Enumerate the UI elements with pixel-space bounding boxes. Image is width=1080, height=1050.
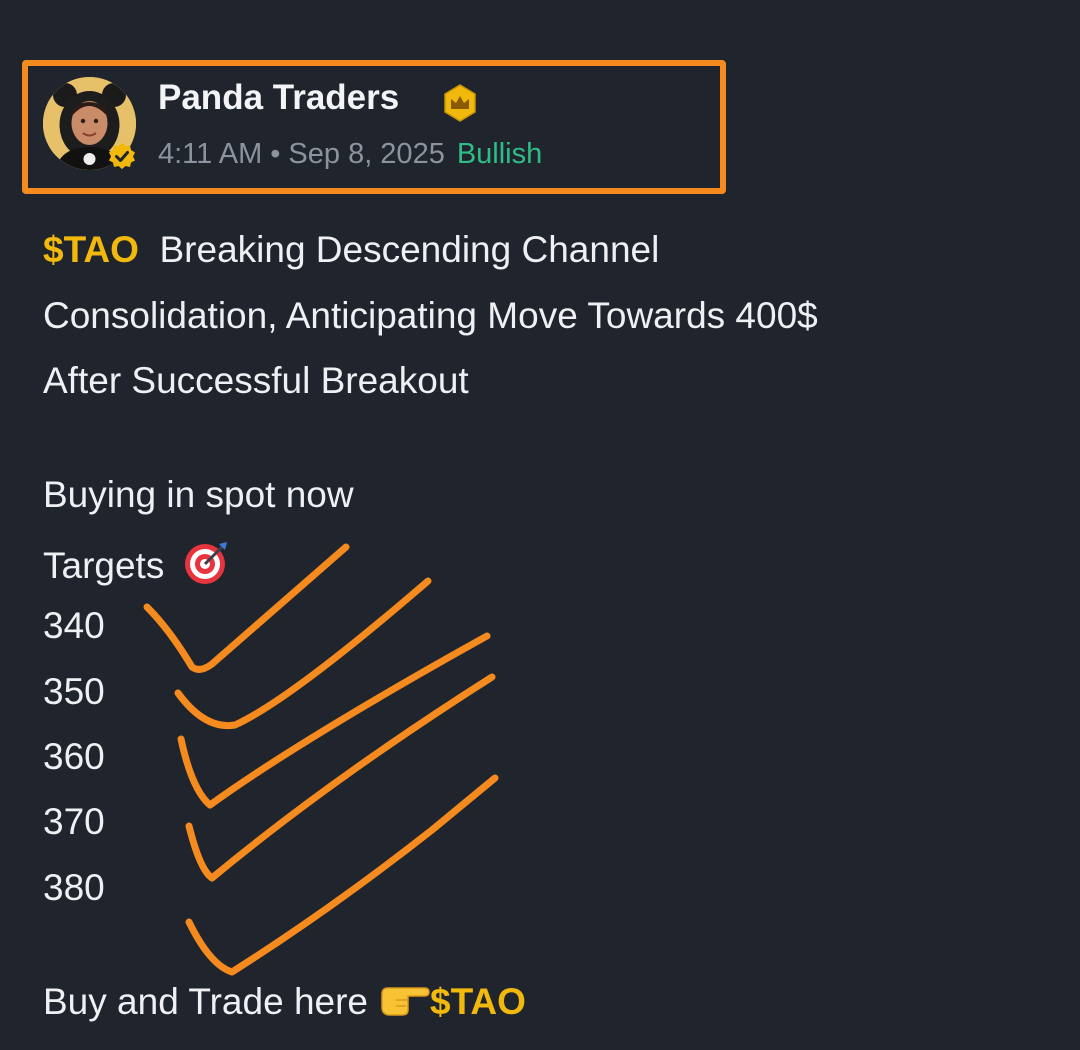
ticker-link[interactable]: $TAO <box>43 229 139 270</box>
post-headline-line1: $TAO Breaking Descending Channel <box>43 229 659 271</box>
target-item: 340 <box>43 605 105 646</box>
checkmark-stroke <box>177 632 491 809</box>
post-meta: 4:11 AM • Sep 8, 2025 Bullish <box>158 138 542 171</box>
target-item: 350 <box>43 671 105 712</box>
checkmark-stroke <box>185 774 499 976</box>
post-date: Sep 8, 2025 <box>288 138 445 170</box>
dart-target-icon <box>184 542 227 584</box>
cta-line: Buy and Trade here $TAO <box>43 980 526 1023</box>
sentiment-tag: Bullish <box>456 138 543 170</box>
post-headline-line2: Consolidation, Anticipating Move Towards… <box>43 295 818 336</box>
target-item: 370 <box>43 801 105 842</box>
author-name[interactable]: Panda Traders <box>158 78 399 118</box>
verified-badge-icon <box>109 143 135 169</box>
targets-label: Targets <box>43 545 165 586</box>
pointing-hand-icon <box>381 987 430 1016</box>
crown-badge-icon <box>444 84 476 122</box>
target-item: 380 <box>43 867 105 908</box>
checkmark-stroke <box>185 673 496 882</box>
buying-line: Buying in spot now <box>43 474 354 515</box>
targets-line: Targets <box>43 540 229 587</box>
post-time: 4:11 AM <box>158 138 263 170</box>
checkmark-stroke <box>174 577 432 730</box>
cta-text: Buy and Trade here <box>43 981 368 1022</box>
meta-separator: • <box>270 138 281 170</box>
target-item: 360 <box>43 736 105 777</box>
headline-text-1: Breaking Descending Channel <box>159 229 660 270</box>
cta-ticker-link[interactable]: $TAO <box>430 981 526 1022</box>
post-headline-line3: After Successful Breakout <box>43 360 469 401</box>
